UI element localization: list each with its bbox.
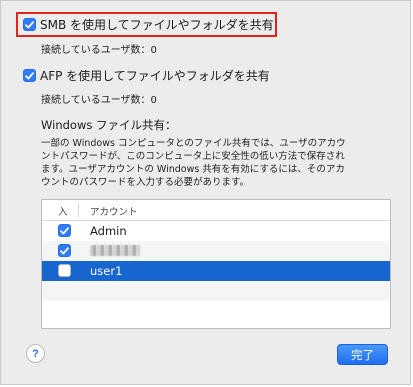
description-line: 一部の Windows コンピュータとのファイル共有では、ユーザのアカウ <box>41 138 346 149</box>
description-line: ントパスワードが、このコンピュータ上に安全性の低い方法で保存され <box>41 151 345 162</box>
table-header: 入 アカウント <box>42 200 390 221</box>
row-enable-checkbox[interactable] <box>58 244 71 257</box>
row-account-name: user1 <box>90 264 123 278</box>
afp-connected-users: 接続しているユーザ数：0 <box>41 95 157 106</box>
checkmark-icon <box>60 226 69 234</box>
row-enable-checkbox[interactable] <box>58 264 71 277</box>
description-line: ます。ユーザアカウントの Windows 共有を有効にするには、そのアカ <box>41 164 345 175</box>
table-row[interactable]: Admin <box>42 221 390 241</box>
windows-sharing-description: 一部の Windows コンピュータとのファイル共有では、ユーザのアカウ ントパ… <box>41 137 386 189</box>
checkmark-icon <box>60 246 69 254</box>
checkmark-icon <box>25 20 34 28</box>
column-header-enabled[interactable]: 入 <box>58 204 68 218</box>
column-divider <box>78 203 79 217</box>
row-account-name: Admin <box>90 224 127 238</box>
done-button[interactable]: 完了 <box>337 344 388 365</box>
column-header-account[interactable]: アカウント <box>90 204 138 218</box>
row-enable-checkbox[interactable] <box>58 224 71 237</box>
smb-label[interactable]: SMB を使用してファイルやフォルダを共有 <box>40 16 274 33</box>
redacted-account-name <box>90 245 140 256</box>
table-row-selected[interactable]: user1 <box>42 261 390 281</box>
table-row-empty <box>42 281 390 301</box>
windows-sharing-title: Windows ファイル共有： <box>41 118 177 132</box>
file-sharing-options-sheet: SMB を使用してファイルやフォルダを共有 接続しているユーザ数：0 AFP を… <box>0 0 411 385</box>
description-line: ウントのパスワードを入力する必要があります。 <box>41 177 250 188</box>
help-button[interactable]: ? <box>26 344 45 363</box>
checkmark-icon <box>25 71 34 79</box>
smb-connected-users: 接続しているユーザ数：0 <box>41 45 157 56</box>
accounts-table[interactable]: 入 アカウント Admin user1 <box>41 199 391 329</box>
smb-checkbox[interactable] <box>23 18 36 31</box>
afp-label[interactable]: AFP を使用してファイルやフォルダを共有 <box>40 67 270 84</box>
afp-checkbox[interactable] <box>23 69 36 82</box>
table-row[interactable] <box>42 241 390 261</box>
